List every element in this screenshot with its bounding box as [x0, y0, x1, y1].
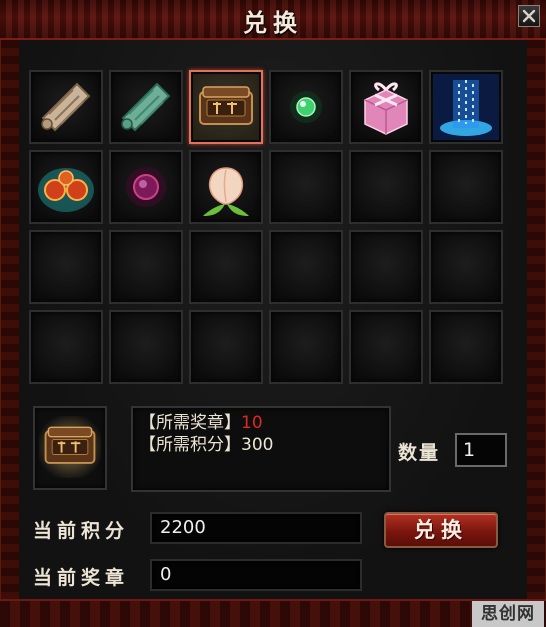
exchange-window: 兑换 【所需奖章】10 【所需积分】300 数量 1 当前积分 2200 当前奖…: [0, 0, 546, 627]
empty-item-slot[interactable]: [269, 150, 343, 224]
frame-bottom-border: [0, 599, 546, 627]
empty-item-slot[interactable]: [29, 310, 103, 384]
immortal-peach-icon: [203, 167, 249, 216]
empty-item-slot[interactable]: [429, 150, 503, 224]
item-slot[interactable]: [109, 150, 183, 224]
item-slot[interactable]: [429, 70, 503, 144]
requirement-info-box: 【所需奖章】10 【所需积分】300: [131, 406, 391, 492]
blue-light-pillar-icon: [433, 74, 499, 140]
selected-item-preview: [33, 406, 107, 490]
item-slot[interactable]: [189, 150, 263, 224]
green-orb-icon: [290, 91, 322, 123]
empty-item-slot[interactable]: [349, 230, 423, 304]
exchange-button[interactable]: 兑换: [384, 512, 498, 548]
current-badges-label: 当前奖章: [33, 567, 130, 589]
close-icon: [522, 9, 536, 23]
empty-item-slot[interactable]: [349, 150, 423, 224]
purple-orb-icon: [126, 167, 166, 207]
current-points-field: 2200: [150, 512, 362, 544]
item-slot[interactable]: [269, 70, 343, 144]
quantity-input[interactable]: [455, 433, 507, 467]
empty-item-slot[interactable]: [189, 230, 263, 304]
frame-right-border: [526, 40, 546, 600]
title-bar[interactable]: 兑换: [0, 0, 546, 40]
current-points-label: 当前积分: [33, 520, 130, 542]
quantity-label: 数量: [398, 442, 441, 464]
watermark-logo: 思创网: [472, 601, 544, 627]
pink-gift-box-icon: [364, 82, 408, 135]
jade-scroll-icon: [121, 82, 171, 132]
window-title: 兑换: [243, 8, 303, 37]
item-slot[interactable]: [349, 70, 423, 144]
item-slot-selected[interactable]: [189, 70, 263, 144]
empty-item-slot[interactable]: [349, 310, 423, 384]
required-badge-value: 10: [241, 413, 263, 433]
current-badges-field: 0: [150, 559, 362, 591]
required-badge-label: 【所需奖章】: [139, 413, 241, 433]
fire-orbs-icon: [38, 168, 94, 212]
item-slot[interactable]: [29, 150, 103, 224]
empty-item-slot[interactable]: [189, 310, 263, 384]
required-points-value: 300: [241, 435, 274, 455]
empty-item-slot[interactable]: [429, 310, 503, 384]
close-button[interactable]: [518, 5, 540, 27]
required-badge-line: 【所需奖章】10: [139, 412, 383, 434]
empty-item-slot[interactable]: [269, 230, 343, 304]
treasure-box-icon: [193, 74, 259, 140]
empty-item-slot[interactable]: [29, 230, 103, 304]
item-slot[interactable]: [29, 70, 103, 144]
item-grid: [29, 70, 509, 388]
empty-item-slot[interactable]: [109, 230, 183, 304]
empty-item-slot[interactable]: [269, 310, 343, 384]
empty-item-slot[interactable]: [429, 230, 503, 304]
frame-left-border: [0, 40, 20, 600]
parchment-scroll-icon: [41, 82, 91, 132]
item-slot[interactable]: [109, 70, 183, 144]
empty-item-slot[interactable]: [109, 310, 183, 384]
required-points-label: 【所需积分】: [139, 435, 241, 455]
treasure-box-icon: [39, 416, 101, 478]
required-points-line: 【所需积分】300: [139, 434, 383, 456]
